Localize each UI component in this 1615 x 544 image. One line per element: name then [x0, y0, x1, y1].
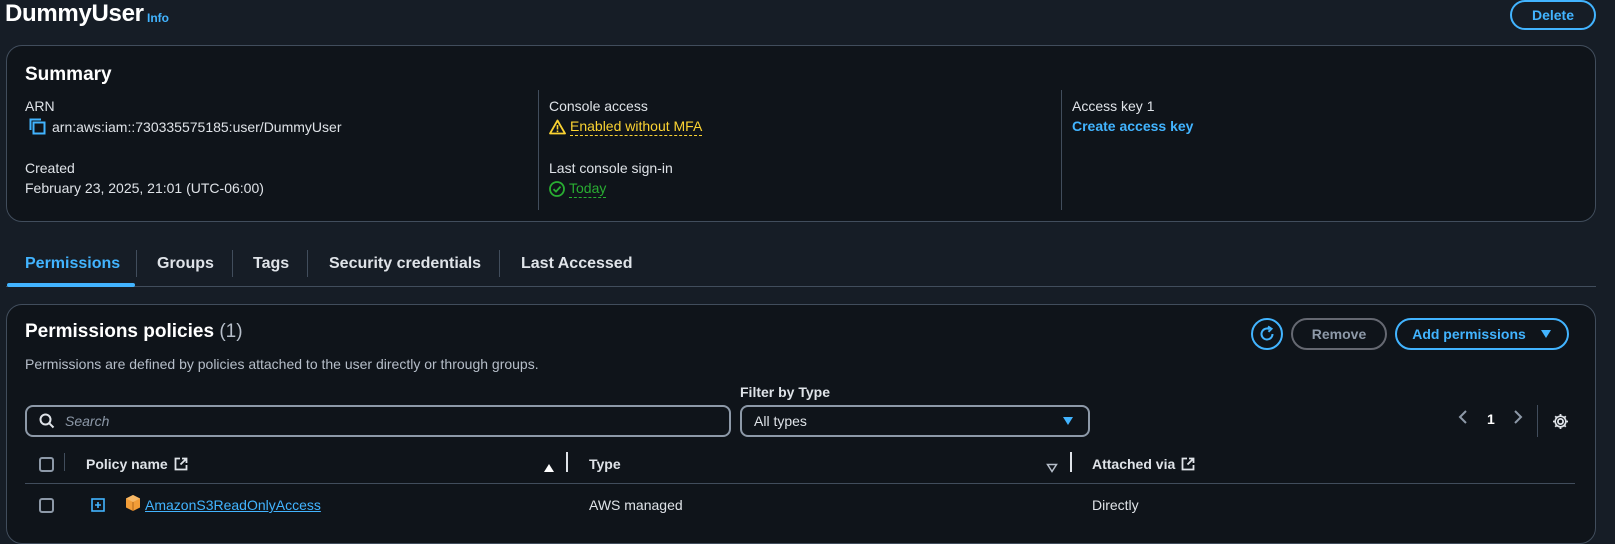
- remove-button[interactable]: Remove: [1291, 318, 1387, 350]
- tab-security-credentials[interactable]: Security credentials: [329, 255, 481, 273]
- page-title: DummyUser: [5, 0, 144, 27]
- search-icon: [39, 413, 55, 429]
- column-divider[interactable]: [1070, 452, 1072, 472]
- policy-name-link[interactable]: AmazonS3ReadOnlyAccess: [145, 497, 321, 513]
- column-divider: [64, 453, 65, 471]
- console-access-status[interactable]: Enabled without MFA: [549, 118, 703, 136]
- refresh-icon: [1258, 325, 1276, 343]
- external-link-icon: [1181, 457, 1195, 471]
- policy-type: AWS managed: [589, 497, 683, 513]
- pager-divider: [1537, 405, 1538, 437]
- add-permissions-label: Add permissions: [1412, 326, 1526, 342]
- chevron-right-icon[interactable]: [1513, 409, 1523, 430]
- tab-separator: [307, 250, 308, 277]
- summary-title: Summary: [25, 64, 112, 85]
- column-header-policy-name[interactable]: Policy name: [86, 456, 188, 472]
- column-header-attached-via[interactable]: Attached via: [1092, 456, 1195, 472]
- table-header-divider: [25, 483, 1575, 484]
- permissions-count: (1): [219, 321, 243, 342]
- filter-type-value: All types: [754, 413, 807, 429]
- filter-type-select[interactable]: All types: [740, 405, 1090, 437]
- check-circle-icon: [549, 181, 565, 197]
- permissions-description: Permissions are defined by policies atta…: [25, 356, 539, 372]
- arn-value: arn:aws:iam::730335575185:user/DummyUser: [52, 118, 342, 135]
- expand-icon[interactable]: [91, 498, 105, 517]
- console-access-label: Console access: [549, 98, 648, 114]
- aws-policy-icon: [125, 494, 141, 517]
- permissions-title-text: Permissions policies: [25, 321, 215, 342]
- tabs-divider: [6, 286, 1596, 287]
- info-link[interactable]: Info: [147, 11, 169, 25]
- console-access-value: Enabled without MFA: [570, 118, 703, 136]
- created-value: February 23, 2025, 21:01 (UTC-06:00): [25, 180, 264, 196]
- search-box[interactable]: [25, 405, 731, 437]
- chevron-left-icon[interactable]: [1458, 409, 1468, 430]
- tab-separator: [136, 250, 137, 277]
- search-input[interactable]: [65, 413, 685, 429]
- external-link-icon: [174, 457, 188, 471]
- summary-divider: [538, 90, 539, 210]
- summary-divider: [1061, 90, 1062, 210]
- select-all-checkbox[interactable]: [39, 457, 54, 472]
- tab-permissions[interactable]: Permissions: [25, 255, 120, 273]
- caret-down-icon: [1062, 416, 1074, 426]
- tab-separator: [232, 250, 233, 277]
- warning-icon: [549, 119, 566, 135]
- last-signin-status[interactable]: Today: [549, 180, 607, 198]
- last-signin-value: Today: [569, 180, 607, 198]
- access-key-label: Access key 1: [1072, 98, 1155, 114]
- add-permissions-button[interactable]: Add permissions: [1395, 318, 1569, 350]
- caret-down-icon: [1540, 329, 1552, 339]
- arn-label: ARN: [25, 98, 55, 114]
- sort-asc-icon[interactable]: [543, 460, 555, 478]
- filter-by-type-label: Filter by Type: [740, 384, 830, 400]
- created-label: Created: [25, 160, 75, 176]
- column-divider[interactable]: [566, 452, 568, 472]
- policy-attached-via: Directly: [1092, 497, 1139, 513]
- page-number[interactable]: 1: [1487, 411, 1495, 427]
- tab-last-accessed[interactable]: Last Accessed: [521, 255, 632, 273]
- arn-row: arn:aws:iam::730335575185:user/DummyUser: [29, 118, 341, 135]
- settings-icon[interactable]: [1552, 413, 1569, 435]
- active-tab-indicator: [7, 283, 135, 287]
- column-header-type[interactable]: Type: [589, 456, 621, 472]
- sort-desc-icon[interactable]: [1046, 460, 1058, 478]
- permissions-title: Permissions policies (1): [25, 321, 243, 343]
- tab-tags[interactable]: Tags: [253, 255, 289, 273]
- delete-button[interactable]: Delete: [1510, 0, 1596, 30]
- tab-separator: [499, 250, 500, 277]
- column-label: Attached via: [1092, 456, 1176, 472]
- last-signin-label: Last console sign-in: [549, 160, 673, 176]
- row-checkbox[interactable]: [39, 498, 54, 513]
- column-label: Policy name: [86, 456, 168, 472]
- tab-groups[interactable]: Groups: [157, 255, 214, 273]
- create-access-key-link[interactable]: Create access key: [1072, 118, 1193, 134]
- refresh-button[interactable]: [1251, 318, 1283, 350]
- copy-icon[interactable]: [29, 118, 46, 135]
